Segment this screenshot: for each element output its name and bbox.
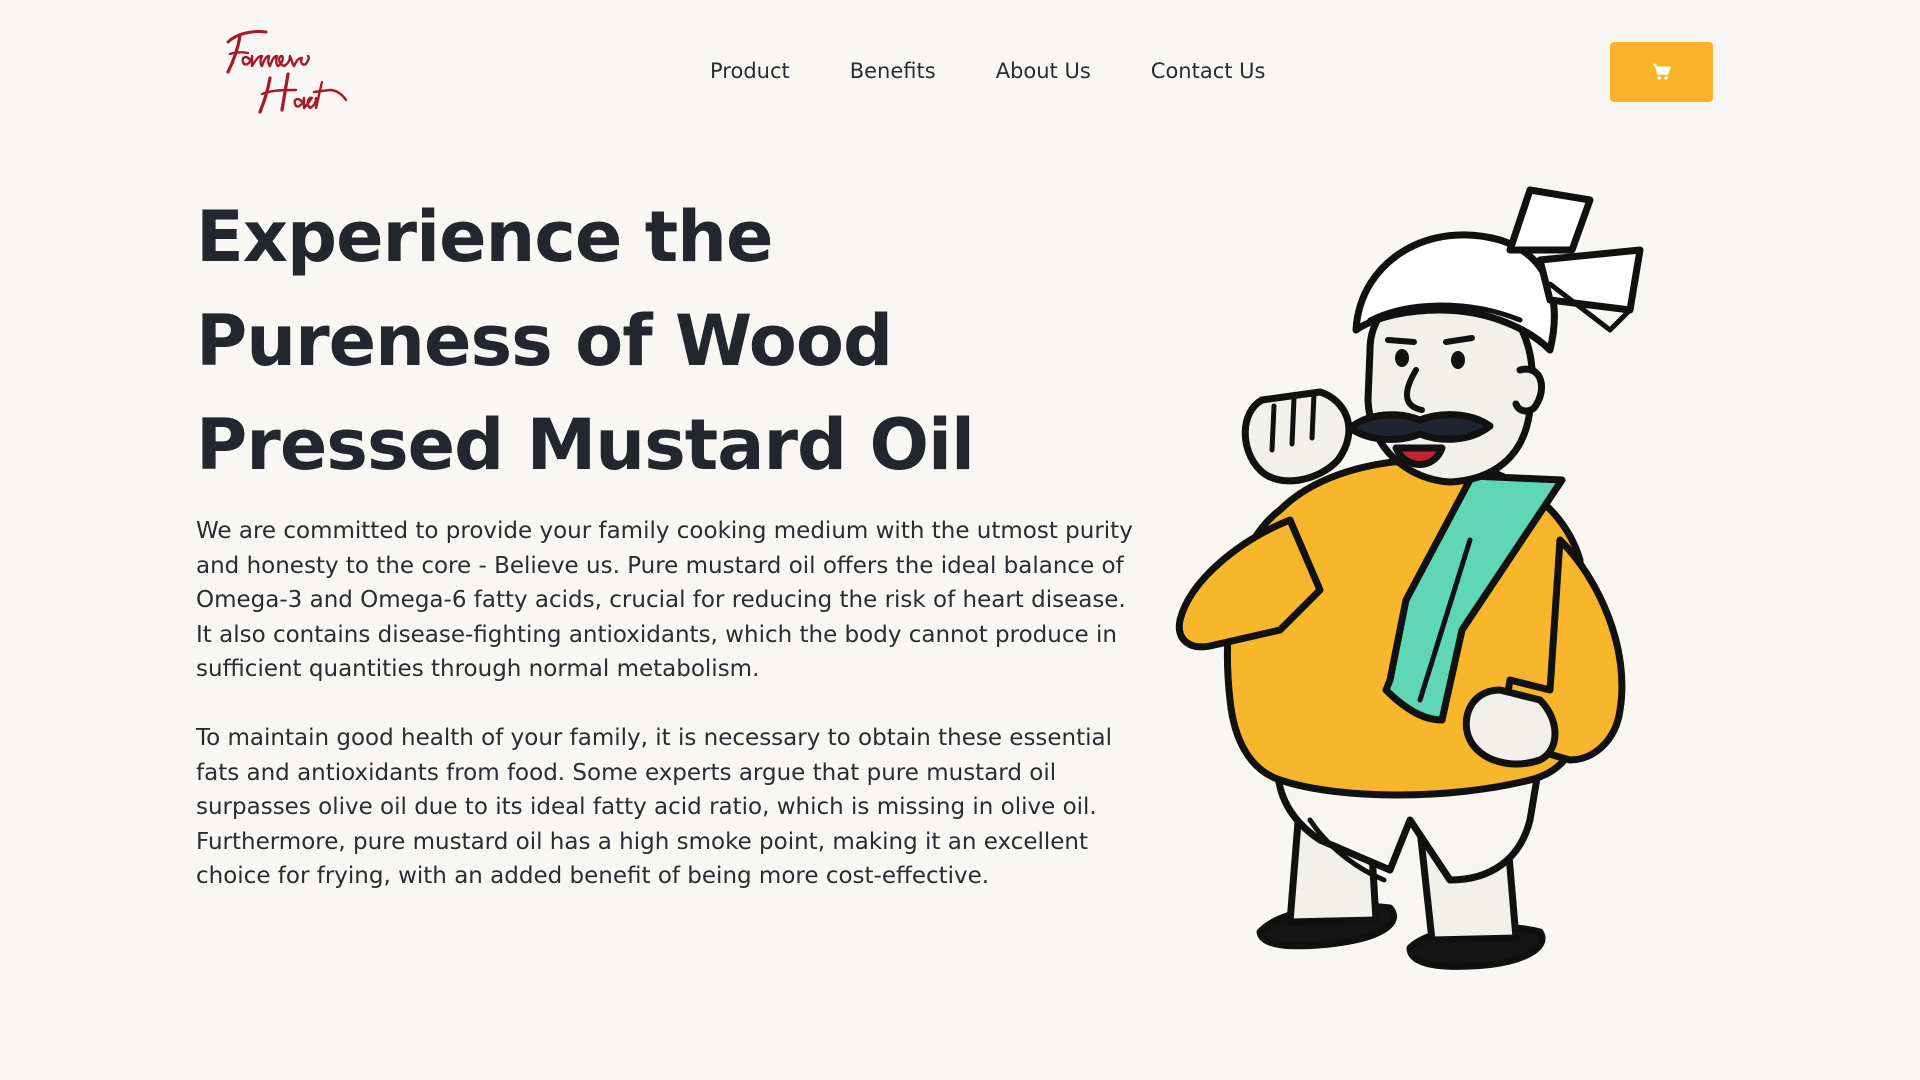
nav-link-benefits[interactable]: Benefits: [850, 56, 936, 86]
shopping-cart-icon: [1652, 63, 1671, 80]
farmer-mascot-illustration: [1170, 180, 1690, 990]
nav-link-about-us[interactable]: About Us: [996, 56, 1091, 86]
farmers-haat-logo-icon: [226, 30, 348, 114]
hero-paragraph-1: We are committed to provide your family …: [196, 518, 1133, 682]
farmer-mascot-icon: [1175, 186, 1644, 970]
hero-title: Experience the Pureness of Wood Pressed …: [196, 196, 975, 486]
hero-paragraph-2: To maintain good health of your family, …: [196, 725, 1113, 889]
site-header: Product Benefits About Us Contact Us: [0, 0, 1920, 140]
cart-button[interactable]: [1610, 42, 1713, 102]
main-nav: Product Benefits About Us Contact Us: [710, 56, 1265, 86]
nav-link-contact-us[interactable]: Contact Us: [1151, 56, 1266, 86]
brand-logo[interactable]: [214, 20, 354, 120]
nav-link-product[interactable]: Product: [710, 56, 790, 86]
